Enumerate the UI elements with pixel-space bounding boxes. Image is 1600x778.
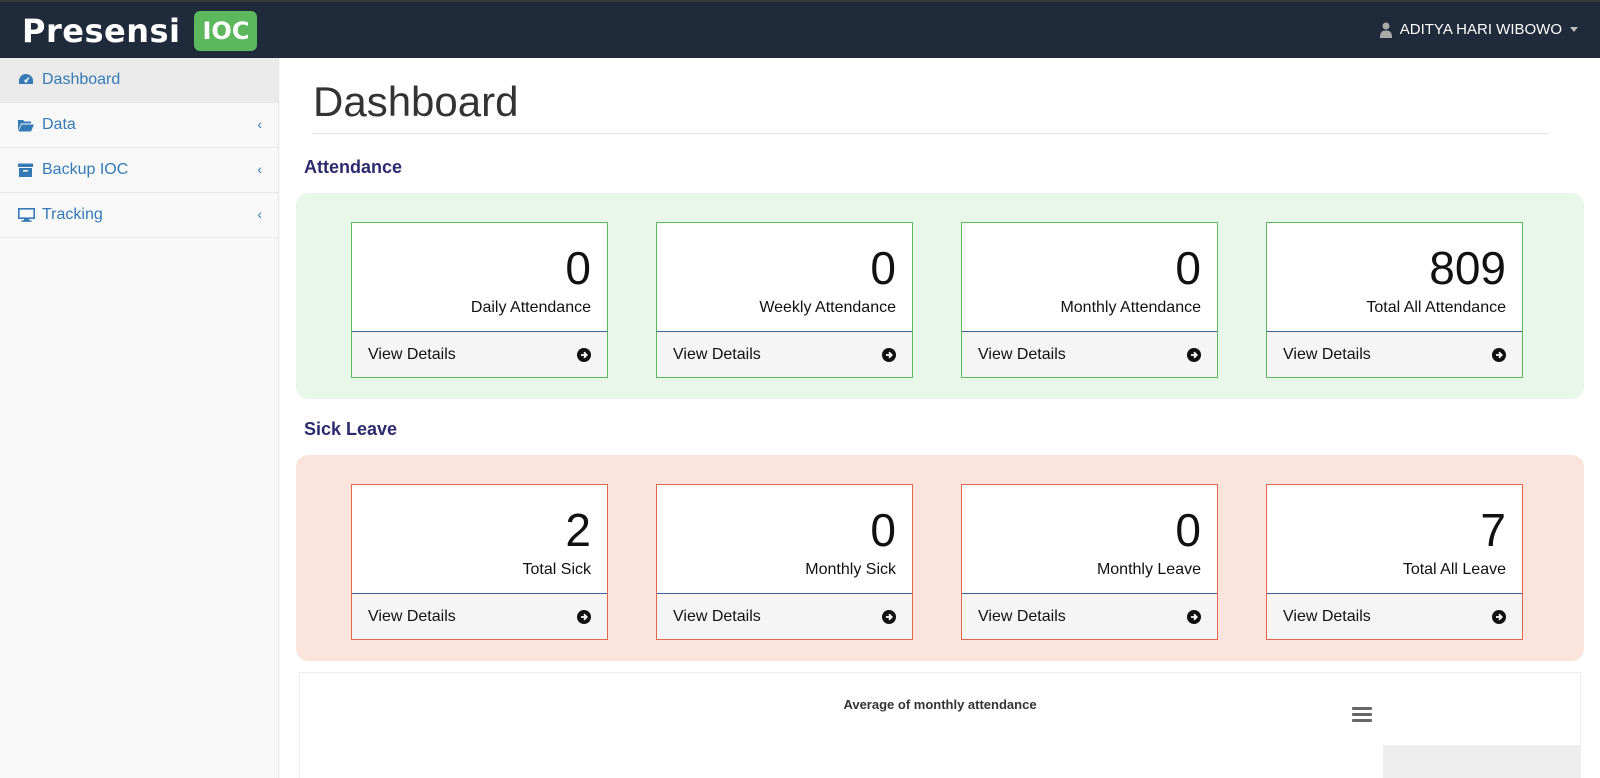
stat-label: Monthly Attendance bbox=[1060, 299, 1201, 316]
sidebar-item-backup-ioc[interactable]: Backup IOC ‹ bbox=[0, 148, 278, 193]
stat-label: Daily Attendance bbox=[470, 299, 591, 316]
chart-title: Average of monthly attendance bbox=[843, 697, 1037, 712]
view-details-link[interactable]: View Details bbox=[1267, 331, 1522, 377]
arrow-circle-right-icon bbox=[1492, 609, 1506, 624]
chevron-left-icon: ‹ bbox=[257, 206, 262, 222]
sidebar-item-label: Backup IOC bbox=[42, 161, 129, 178]
stat-value: 0 bbox=[1175, 242, 1201, 294]
attendance-panel: 0 Daily Attendance View Details 0 Weekly… bbox=[296, 193, 1584, 399]
stat-label: Monthly Sick bbox=[805, 561, 896, 578]
sidebar-item-label: Tracking bbox=[42, 206, 103, 223]
stat-value: 0 bbox=[870, 504, 896, 556]
attendance-section-title: Attendance bbox=[304, 157, 403, 177]
sidebar: Dashboard Data ‹ Backup IOC ‹ Tracking ‹ bbox=[0, 58, 279, 778]
stat-card-total-leave: 7 Total All Leave View Details bbox=[1266, 484, 1523, 640]
stat-card-daily-attendance: 0 Daily Attendance View Details bbox=[351, 222, 608, 378]
top-navbar: Presensi IOC ADITYA HARI WIBOWO bbox=[0, 0, 1600, 58]
stat-card-monthly-leave: 0 Monthly Leave View Details bbox=[961, 484, 1218, 640]
stat-card-monthly-sick: 0 Monthly Sick View Details bbox=[656, 484, 913, 640]
stat-label: Weekly Attendance bbox=[759, 299, 896, 316]
view-details-link[interactable]: View Details bbox=[1267, 593, 1522, 639]
arrow-circle-right-icon bbox=[882, 609, 896, 624]
view-details-label: View Details bbox=[978, 345, 1066, 363]
brand-badge: IOC bbox=[194, 11, 258, 51]
arrow-circle-right-icon bbox=[1492, 347, 1506, 362]
view-details-link[interactable]: View Details bbox=[352, 593, 607, 639]
stat-value: 0 bbox=[870, 242, 896, 294]
stat-card-weekly-attendance: 0 Weekly Attendance View Details bbox=[656, 222, 913, 378]
main-content: Dashboard Attendance 0 Daily Attendance … bbox=[280, 58, 1600, 778]
dashboard-icon bbox=[18, 72, 36, 88]
sidebar-item-data[interactable]: Data ‹ bbox=[0, 103, 278, 148]
view-details-link[interactable]: View Details bbox=[962, 331, 1217, 377]
archive-icon bbox=[18, 162, 36, 178]
brand-name: Presensi bbox=[22, 12, 181, 50]
sick-leave-section-title: Sick Leave bbox=[304, 419, 398, 439]
chevron-left-icon: ‹ bbox=[257, 161, 262, 177]
brand-logo[interactable]: Presensi IOC bbox=[22, 9, 258, 53]
view-details-label: View Details bbox=[368, 607, 456, 625]
stat-value: 7 bbox=[1480, 504, 1506, 556]
stat-value: 0 bbox=[1175, 504, 1201, 556]
view-details-label: View Details bbox=[368, 345, 456, 363]
stat-value: 0 bbox=[565, 242, 591, 294]
stat-value: 809 bbox=[1429, 242, 1506, 294]
arrow-circle-right-icon bbox=[577, 347, 591, 362]
stat-label: Total Sick bbox=[522, 561, 591, 578]
desktop-icon bbox=[18, 207, 36, 223]
view-details-link[interactable]: View Details bbox=[962, 593, 1217, 639]
user-menu[interactable]: ADITYA HARI WIBOWO bbox=[1379, 21, 1578, 38]
view-details-label: View Details bbox=[1283, 345, 1371, 363]
view-details-link[interactable]: View Details bbox=[352, 331, 607, 377]
user-icon bbox=[1379, 22, 1392, 38]
title-divider bbox=[312, 133, 1548, 134]
sidebar-item-label: Dashboard bbox=[42, 71, 121, 88]
hamburger-menu-icon[interactable] bbox=[1352, 707, 1372, 723]
sick-leave-panel: 2 Total Sick View Details 0 Monthly Sick… bbox=[296, 455, 1584, 661]
user-name: ADITYA HARI WIBOWO bbox=[1399, 21, 1562, 38]
stat-label: Monthly Leave bbox=[1096, 561, 1201, 578]
stat-label: Total All Leave bbox=[1402, 561, 1506, 578]
view-details-link[interactable]: View Details bbox=[657, 593, 912, 639]
sidebar-item-tracking[interactable]: Tracking ‹ bbox=[0, 193, 278, 238]
view-details-label: View Details bbox=[1283, 607, 1371, 625]
sidebar-item-label: Data bbox=[42, 116, 76, 133]
arrow-circle-right-icon bbox=[1187, 347, 1201, 362]
view-details-label: View Details bbox=[673, 607, 761, 625]
chevron-left-icon: ‹ bbox=[257, 116, 262, 132]
arrow-circle-right-icon bbox=[577, 609, 591, 624]
view-details-link[interactable]: View Details bbox=[657, 331, 912, 377]
chart-export-area bbox=[1383, 745, 1580, 778]
caret-down-icon bbox=[1570, 27, 1578, 32]
arrow-circle-right-icon bbox=[1187, 609, 1201, 624]
page-title: Dashboard bbox=[313, 78, 519, 125]
view-details-label: View Details bbox=[978, 607, 1066, 625]
arrow-circle-right-icon bbox=[882, 347, 896, 362]
stat-card-total-sick: 2 Total Sick View Details bbox=[351, 484, 608, 640]
stat-card-total-attendance: 809 Total All Attendance View Details bbox=[1266, 222, 1523, 378]
stat-value: 2 bbox=[565, 504, 591, 556]
sidebar-item-dashboard[interactable]: Dashboard bbox=[0, 58, 278, 103]
stat-label: Total All Attendance bbox=[1366, 299, 1506, 316]
monthly-attendance-chart: Average of monthly attendance bbox=[299, 672, 1581, 778]
stat-card-monthly-attendance: 0 Monthly Attendance View Details bbox=[961, 222, 1218, 378]
folder-open-icon bbox=[18, 117, 36, 133]
view-details-label: View Details bbox=[673, 345, 761, 363]
